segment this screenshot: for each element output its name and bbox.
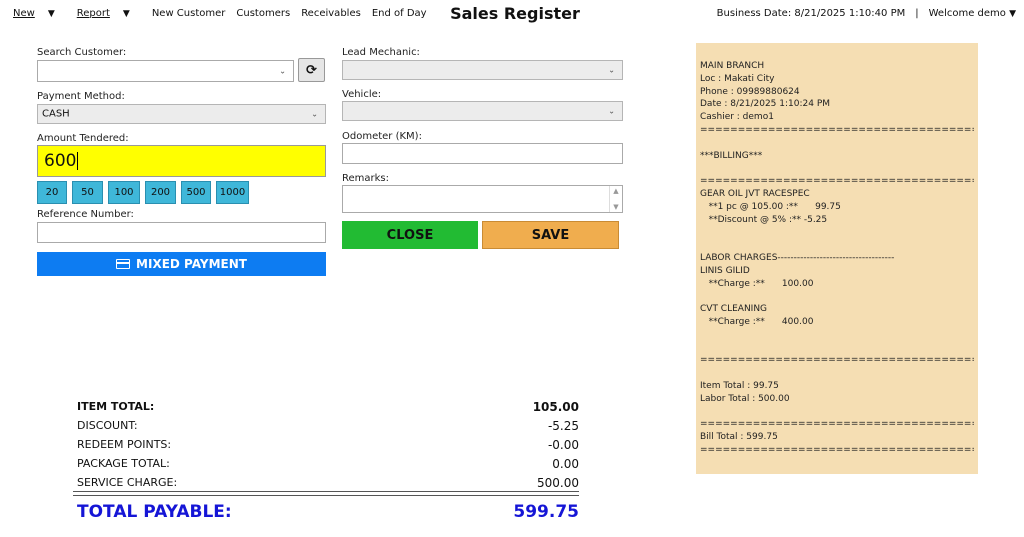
lead-mechanic-label: Lead Mechanic: [342,47,420,58]
save-button[interactable]: SAVE [482,221,619,249]
search-customer-label: Search Customer: [37,47,127,58]
receipt-line: Loc : Makati City [700,73,775,84]
total-payable: TOTAL PAYABLE: 599.75 [77,502,579,522]
receipt-line: ======================================= [700,355,974,366]
receipt-line [700,367,974,380]
receipt-line: MAIN BRANCH [700,61,765,71]
quick-amount-20-button[interactable]: 20 [37,181,67,204]
amount-tendered-input[interactable]: 600 [37,145,326,177]
vehicle-select[interactable]: ⌄ [342,101,623,121]
receipt-line: ===================================== [700,124,974,135]
refresh-icon: ⟳ [306,62,317,78]
payment-method-select[interactable]: CASH ⌄ [37,104,326,124]
total-payable-value: 599.75 [513,502,579,522]
receipt-line: **Charge :** 400.00 [700,316,814,327]
remarks-textarea[interactable]: ▲ ▼ [342,185,623,213]
chevron-down-icon: ⌄ [311,109,318,119]
receipt-line: **1 pc @ 105.00 :** 99.75 [700,201,841,212]
vehicle-label: Vehicle: [342,89,382,100]
receipt-line [700,290,974,303]
totals-row-service-charge: SERVICE CHARGE: 500.00 [77,475,579,490]
receipt-line: ===================================== [700,176,974,187]
credit-card-icon [116,259,131,269]
odometer-input[interactable] [342,143,623,164]
scroll-up-icon[interactable]: ▲ [610,187,622,195]
chevron-down-icon: ⌄ [279,66,286,76]
quick-amount-200-button[interactable]: 200 [145,181,176,204]
receipt-line: ***BILLING*** [700,150,763,161]
totals-row-redeem-points: REDEEM POINTS: -0.00 [77,437,579,452]
receipt-line: LABOR CHARGES---------------------------… [700,252,895,263]
receipt-line: CVT CLEANING [700,304,768,315]
receipt-line [700,406,974,419]
receipt-line: Item Total : 99.75 [700,380,779,391]
close-button[interactable]: CLOSE [342,221,478,249]
user-menu[interactable]: Welcome demo ▼ [929,8,1016,19]
receipt-preview: MAIN BRANCH Loc : Makati City Phone : 09… [696,43,978,474]
receipt-line: Cashier : demo1 [700,112,774,123]
odometer-label: Odometer (KM): [342,131,422,142]
quick-amount-500-button[interactable]: 500 [181,181,211,204]
receipt-line: LINIS GILID [700,265,750,276]
quick-amount-50-button[interactable]: 50 [72,181,103,204]
totals-divider [73,491,579,496]
quick-amount-100-button[interactable]: 100 [108,181,140,204]
reference-number-label: Reference Number: [37,209,134,220]
totals-row-package-total: PACKAGE TOTAL: 0.00 [77,456,579,471]
refresh-button[interactable]: ⟳ [298,58,325,82]
remarks-label: Remarks: [342,173,390,184]
caret-down-icon: ▼ [1009,9,1016,19]
quick-amount-1000-button[interactable]: 1000 [216,181,249,204]
receipt-line: Bill Total : 599.75 [700,432,778,443]
receipt-line: Phone : 09989880624 [700,86,800,97]
header-status: Business Date: 8/21/2025 1:10:40 PM | Welc… [717,8,1016,19]
receipt-line: Date : 8/21/2025 1:10:24 PM [700,99,831,110]
reference-number-input[interactable] [37,222,326,243]
divider: | [915,8,919,19]
receipt-line [700,329,974,342]
amount-tendered-label: Amount Tendered: [37,133,129,144]
remarks-scrollbar[interactable]: ▲ ▼ [609,186,622,212]
receipt-line [700,226,974,239]
receipt-line: **Charge :** 100.00 [700,278,814,289]
receipt-line [700,239,974,252]
search-customer-combobox[interactable]: ⌄ [37,60,294,82]
business-date: Business Date: 8/21/2025 1:10:40 PM [716,8,906,19]
totals-panel: ITEM TOTAL: 105.00 DISCOUNT: -5.25 REDEEM … [77,397,579,492]
receipt-line: ======================================= [700,419,974,430]
payment-method-label: Payment Method: [37,91,125,102]
totals-row-item-total: ITEM TOTAL: 105.00 [77,399,579,414]
receipt-line: GEAR OIL JVT RACESPEC [700,188,810,199]
scroll-down-icon[interactable]: ▼ [610,203,622,211]
receipt-line [700,342,974,355]
quick-amount-buttons: 20 50 100 200 500 1000 [37,181,249,204]
receipt-line [700,137,974,150]
mixed-payment-button[interactable]: MIXED PAYMENT [37,252,326,276]
receipt-line: ======================================= [700,444,974,455]
receipt-line [700,162,974,175]
lead-mechanic-select[interactable]: ⌄ [342,60,623,80]
chevron-down-icon: ⌄ [608,65,615,75]
receipt-line: **Discount @ 5% :** -5.25 [700,214,828,225]
total-payable-label: TOTAL PAYABLE: [77,502,232,522]
receipt-line: Labor Total : 500.00 [700,393,790,404]
totals-row-discount: DISCOUNT: -5.25 [77,418,579,433]
chevron-down-icon: ⌄ [608,106,615,116]
